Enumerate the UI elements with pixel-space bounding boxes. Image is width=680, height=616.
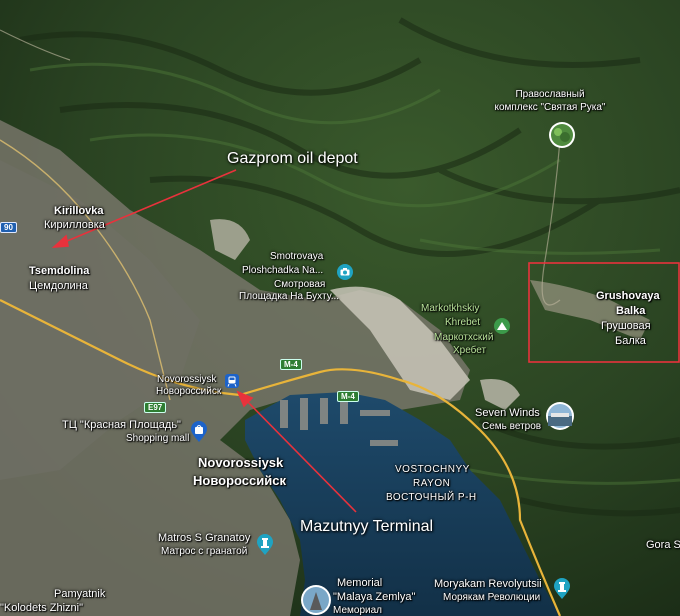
- monument-icon[interactable]: [553, 578, 571, 605]
- poi-svyataya-line2[interactable]: комплекс "Святая Рука": [460, 102, 640, 114]
- place-grushovaya-ru1[interactable]: Грушовая: [601, 320, 651, 333]
- poi-matros-en[interactable]: Matros S Granatoy: [158, 532, 250, 545]
- place-tsemdolina-en[interactable]: Tsemdolina: [29, 265, 89, 278]
- poi-smotrovaya-ru1[interactable]: Смотровая: [274, 279, 325, 291]
- poi-seven-en[interactable]: Seven Winds: [475, 407, 540, 420]
- road-shield-m4-b: M-4: [337, 391, 359, 402]
- poi-tc-name[interactable]: ТЦ "Красная Площадь": [62, 419, 181, 432]
- poi-svyataya-line1[interactable]: Православный: [480, 89, 620, 101]
- place-novorossiysk-big-en[interactable]: Novorossiysk: [198, 455, 283, 471]
- monument-icon[interactable]: [256, 534, 274, 561]
- poi-memorial-en2[interactable]: "Malaya Zemlya": [333, 591, 415, 604]
- road-shield-edge: 90: [0, 222, 17, 233]
- place-kirillovka-en[interactable]: Kirillovka: [54, 205, 104, 218]
- poi-markotkh-en1[interactable]: Markotkhskiy: [421, 303, 479, 315]
- mountain-icon[interactable]: [494, 318, 510, 339]
- poi-tc-type[interactable]: Shopping mall: [126, 433, 189, 445]
- annotation-mazutnyy: Mazutnyy Terminal: [300, 518, 434, 535]
- poi-smotrovaya-en2[interactable]: Ploshchadka Na...: [242, 265, 323, 277]
- shopping-bag-icon[interactable]: [190, 421, 208, 448]
- place-novorossiysk-small-en[interactable]: Novorossiysk: [157, 374, 216, 386]
- place-vostochnyy-en1[interactable]: VOSTOCHNYY: [395, 464, 470, 476]
- poi-pamyatnik-en1[interactable]: Pamyatnik: [54, 588, 105, 601]
- poi-smotrovaya-ru2[interactable]: Площадка На Бухту...: [239, 291, 339, 303]
- poi-memorial-en1[interactable]: Memorial: [337, 577, 382, 590]
- poi-markotkh-en2[interactable]: Khrebet: [445, 317, 480, 329]
- place-kirillovka-ru[interactable]: Кирилловка: [44, 219, 105, 232]
- photo-thumbnail-icon[interactable]: [545, 401, 575, 436]
- annotation-gazprom: Gazprom oil depot: [227, 150, 358, 167]
- photo-thumbnail-icon[interactable]: [300, 584, 332, 616]
- poi-matros-ru[interactable]: Матрос с гранатой: [161, 546, 247, 558]
- road-shield-m4-a: M-4: [280, 359, 302, 370]
- poi-markotkh-ru1[interactable]: Маркотхский: [434, 332, 493, 344]
- poi-smotrovaya-en1[interactable]: Smotrovaya: [270, 251, 323, 263]
- poi-memorial-ru[interactable]: Мемориал: [333, 605, 382, 616]
- place-vostochnyy-ru[interactable]: ВОСТОЧНЫЙ Р-Н: [386, 492, 477, 504]
- poi-pamyatnik-en2[interactable]: "Kolodets Zhizni": [0, 602, 83, 615]
- photo-thumbnail-icon[interactable]: [548, 121, 576, 158]
- poi-markotkh-ru2[interactable]: Хребет: [453, 345, 486, 357]
- place-grushovaya-en1[interactable]: Grushovaya: [596, 290, 660, 303]
- place-vostochnyy-en2[interactable]: RAYON: [413, 478, 450, 490]
- place-tsemdolina-ru[interactable]: Цемдолина: [29, 280, 88, 293]
- place-grushovaya-en2[interactable]: Balka: [616, 305, 645, 318]
- poi-moryakam-ru[interactable]: Морякам Революции: [443, 592, 540, 604]
- place-novorossiysk-big-ru[interactable]: Новороссийск: [193, 473, 286, 489]
- train-icon[interactable]: [225, 374, 239, 393]
- place-grushovaya-ru2[interactable]: Балка: [615, 335, 646, 348]
- satellite-map[interactable]: Gazprom oil depot Mazutnyy Terminal 90 K…: [0, 0, 680, 616]
- place-gora[interactable]: Gora S: [646, 539, 680, 552]
- poi-seven-ru[interactable]: Семь ветров: [482, 421, 541, 433]
- road-shield-e97: E97: [144, 402, 167, 413]
- camera-icon[interactable]: [337, 264, 353, 285]
- place-novorossiysk-small-ru[interactable]: Новороссийск: [156, 386, 221, 398]
- poi-moryakam-en[interactable]: Moryakam Revolyutsii: [434, 578, 542, 591]
